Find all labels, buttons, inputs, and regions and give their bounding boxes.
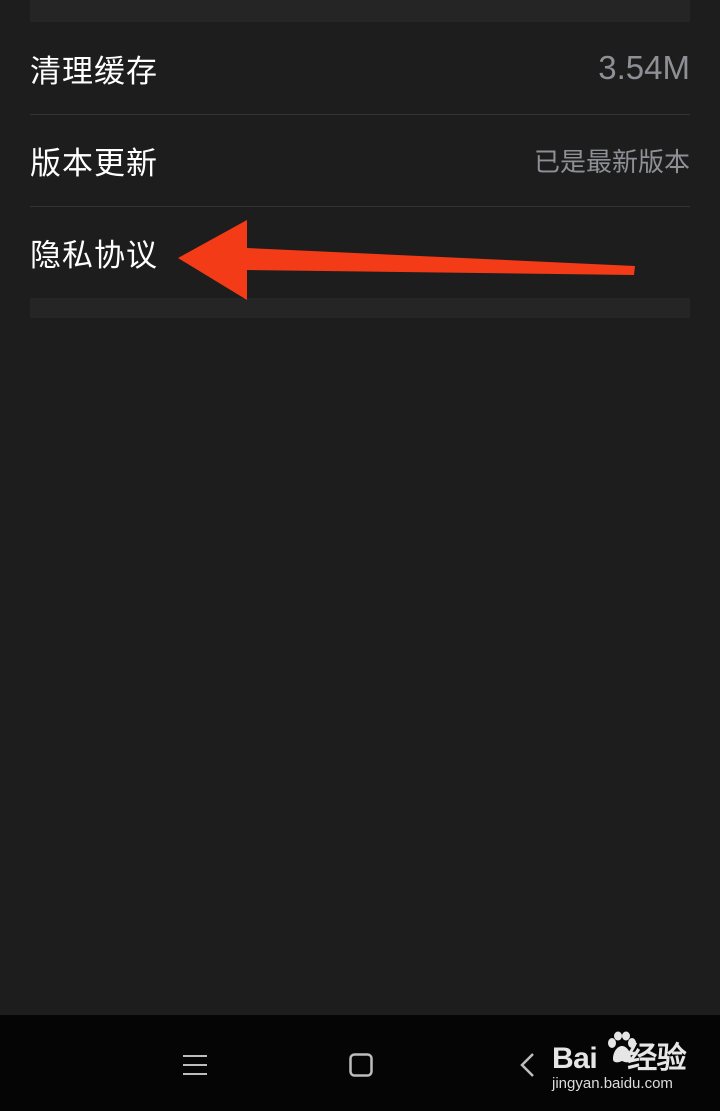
menu-icon[interactable] [175, 1045, 215, 1085]
version-status-value: 已是最新版本 [533, 148, 690, 178]
back-icon[interactable] [507, 1045, 547, 1085]
baidu-jingyan-watermark: Bai 经验 jingyan.baidu.com [552, 1031, 702, 1103]
system-navigation-bar: Bai 经验 jingyan.baidu.com [0, 1015, 720, 1111]
baidu-paw-icon [608, 1031, 636, 1063]
cache-size-value: 3.54M [598, 49, 690, 86]
privacy-policy-label: 隐私协议 [30, 238, 158, 274]
watermark-url: jingyan.baidu.com [552, 1075, 673, 1092]
version-update-label: 版本更新 [30, 146, 158, 182]
home-icon[interactable] [341, 1045, 381, 1085]
clear-cache-label: 清理缓存 [30, 53, 158, 90]
section-divider-bottom [30, 298, 690, 318]
settings-screen: 清理缓存 3.54M 版本更新 已是最新版本 隐私协议 Bai 经验 jingy… [0, 0, 720, 1111]
clear-cache-row[interactable]: 清理缓存 3.54M [30, 22, 690, 114]
section-divider-top [30, 0, 690, 22]
version-update-row[interactable]: 版本更新 已是最新版本 [30, 114, 690, 206]
privacy-policy-row[interactable]: 隐私协议 [30, 206, 690, 298]
settings-list: 清理缓存 3.54M 版本更新 已是最新版本 隐私协议 [30, 22, 690, 298]
